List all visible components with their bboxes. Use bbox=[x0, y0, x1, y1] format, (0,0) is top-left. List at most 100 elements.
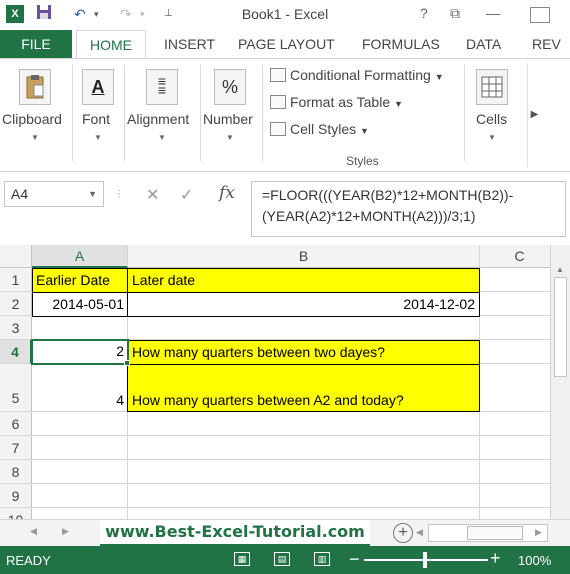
row-header-8[interactable]: 8 bbox=[0, 460, 32, 484]
column-header-b[interactable]: B bbox=[128, 245, 480, 268]
alignment-group[interactable]: ≡ ≡ Alignment ▼ bbox=[126, 63, 200, 167]
scroll-left-icon[interactable]: ◀ bbox=[416, 527, 423, 538]
cell-c9[interactable] bbox=[480, 484, 550, 508]
enter-check-icon[interactable]: ✓ bbox=[180, 185, 193, 205]
cell-c7[interactable] bbox=[480, 436, 550, 460]
tab-insert[interactable]: INSERT bbox=[162, 30, 217, 58]
minimize-icon[interactable]: — bbox=[486, 5, 500, 21]
cell-styles-icon bbox=[270, 122, 286, 136]
cell-b1[interactable]: Later date bbox=[127, 268, 480, 293]
cell-a4[interactable]: 2 bbox=[31, 339, 129, 365]
row-header-2[interactable]: 2 bbox=[0, 292, 32, 316]
cell-a2[interactable]: 2014-05-01 bbox=[32, 292, 128, 317]
font-label: Font bbox=[82, 111, 111, 127]
help-icon[interactable]: ? bbox=[420, 5, 428, 21]
cell-b7[interactable] bbox=[128, 436, 480, 460]
tab-formulas[interactable]: FORMULAS bbox=[360, 30, 442, 58]
chevron-down-icon: ▼ bbox=[158, 133, 166, 142]
cell-a8[interactable] bbox=[32, 460, 128, 484]
horizontal-scroll-thumb[interactable] bbox=[467, 526, 523, 540]
row-header-3[interactable]: 3 bbox=[0, 316, 32, 340]
formula-bar-grip-icon[interactable]: ⋮ bbox=[114, 189, 124, 200]
scroll-right-icon[interactable]: ▶ bbox=[535, 527, 542, 538]
page-break-view-icon[interactable]: ▥ bbox=[314, 552, 330, 566]
chevron-down-icon: ▼ bbox=[434, 72, 444, 82]
column-header-a[interactable]: A bbox=[32, 245, 128, 268]
normal-view-icon[interactable]: ▦ bbox=[234, 552, 250, 566]
cell-a3[interactable] bbox=[32, 316, 128, 340]
zoom-in-icon[interactable]: + bbox=[490, 548, 501, 569]
row-header-10[interactable]: 10 bbox=[0, 508, 32, 519]
divider bbox=[262, 65, 263, 161]
maximize-icon[interactable] bbox=[530, 7, 550, 23]
cell-c6[interactable] bbox=[480, 412, 550, 436]
cell-b8[interactable] bbox=[128, 460, 480, 484]
cells-group[interactable]: Cells ▼ bbox=[466, 63, 522, 167]
tab-file[interactable]: FILE bbox=[0, 30, 72, 58]
formula-bar: A4 ▼ ⋮ ✕ ✓ fx =FLOOR(((YEAR(B2)*12+MONTH… bbox=[0, 173, 570, 241]
cell-c2[interactable] bbox=[480, 292, 550, 316]
cell-b6[interactable] bbox=[128, 412, 480, 436]
font-group[interactable]: A Font ▼ bbox=[74, 63, 124, 167]
cell-a6[interactable] bbox=[32, 412, 128, 436]
previous-sheet-icon[interactable]: ◀ bbox=[30, 526, 37, 537]
tab-page-layout[interactable]: PAGE LAYOUT bbox=[236, 30, 337, 58]
divider bbox=[124, 65, 125, 161]
fill-handle[interactable] bbox=[124, 360, 130, 366]
cancel-icon[interactable]: ✕ bbox=[146, 185, 159, 205]
conditional-formatting-icon bbox=[270, 68, 286, 82]
select-all-corner[interactable] bbox=[0, 245, 32, 268]
tab-home[interactable]: HOME bbox=[76, 30, 146, 59]
zoom-out-icon[interactable]: − bbox=[349, 549, 360, 570]
cell-a9[interactable] bbox=[32, 484, 128, 508]
clipboard-group[interactable]: Clipboard ▼ bbox=[0, 63, 70, 167]
row-header-7[interactable]: 7 bbox=[0, 436, 32, 460]
cell-a10[interactable] bbox=[32, 508, 128, 519]
scroll-up-icon[interactable]: ▲ bbox=[556, 265, 564, 274]
divider bbox=[464, 65, 465, 161]
cell-c8[interactable] bbox=[480, 460, 550, 484]
clipboard-icon bbox=[19, 69, 51, 105]
zoom-slider-thumb[interactable] bbox=[423, 552, 427, 568]
add-sheet-icon[interactable]: + bbox=[393, 523, 413, 543]
insert-function-icon[interactable]: fx bbox=[219, 183, 235, 203]
cell-b10[interactable] bbox=[128, 508, 480, 519]
cell-c1[interactable] bbox=[480, 268, 550, 292]
cell-b4[interactable]: How many quarters between two dayes? bbox=[127, 340, 480, 365]
cell-styles-button[interactable]: Cell Styles ▼ bbox=[270, 121, 369, 137]
vertical-scroll-thumb[interactable] bbox=[554, 277, 567, 377]
cell-a1[interactable]: Earlier Date bbox=[32, 268, 128, 293]
chevron-down-icon[interactable]: ▼ bbox=[88, 182, 97, 206]
cell-c5[interactable] bbox=[480, 364, 550, 412]
horizontal-scrollbar[interactable] bbox=[428, 524, 548, 542]
row-header-6[interactable]: 6 bbox=[0, 412, 32, 436]
cell-a7[interactable] bbox=[32, 436, 128, 460]
page-layout-view-icon[interactable]: ▤ bbox=[274, 552, 290, 566]
formula-input[interactable]: =FLOOR(((YEAR(B2)*12+MONTH(B2))- (YEAR(A… bbox=[251, 181, 566, 237]
cell-c3[interactable] bbox=[480, 316, 550, 340]
row-header-4[interactable]: 4 bbox=[0, 340, 32, 364]
cell-b9[interactable] bbox=[128, 484, 480, 508]
cell-c4[interactable] bbox=[480, 340, 550, 364]
next-sheet-icon[interactable]: ▶ bbox=[62, 526, 69, 537]
row-header-9[interactable]: 9 bbox=[0, 484, 32, 508]
column-header-c[interactable]: C bbox=[480, 245, 550, 268]
cell-c10[interactable] bbox=[480, 508, 550, 519]
name-box[interactable]: A4 ▼ bbox=[4, 181, 104, 207]
row-header-5[interactable]: 5 bbox=[0, 364, 32, 412]
zoom-level[interactable]: 100% bbox=[518, 553, 551, 568]
number-group[interactable]: % Number ▼ bbox=[202, 63, 260, 167]
tab-data[interactable]: DATA bbox=[464, 30, 503, 58]
cell-b3[interactable] bbox=[128, 316, 480, 340]
cell-a5[interactable]: 4 bbox=[32, 364, 128, 412]
format-as-table-button[interactable]: Format as Table ▼ bbox=[270, 94, 403, 110]
cell-b2[interactable]: 2014-12-02 bbox=[127, 292, 480, 317]
cell-b5[interactable]: How many quarters between A2 and today? bbox=[127, 364, 480, 412]
ribbon-display-icon[interactable]: ⧉ bbox=[450, 5, 460, 22]
vertical-scrollbar[interactable]: ▲ bbox=[550, 245, 570, 519]
ribbon-scroll-right-icon[interactable]: ▶ bbox=[527, 63, 541, 167]
chevron-down-icon: ▼ bbox=[31, 133, 39, 142]
row-header-1[interactable]: 1 bbox=[0, 268, 32, 292]
conditional-formatting-button[interactable]: Conditional Formatting ▼ bbox=[270, 67, 444, 83]
tab-review[interactable]: REV bbox=[530, 30, 563, 58]
